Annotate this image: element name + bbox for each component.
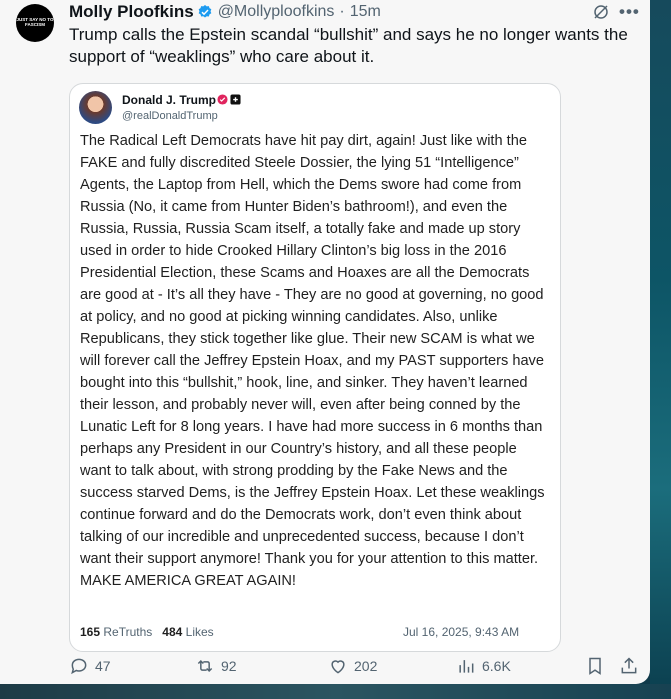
author-handle[interactable]: @Mollyploofkins <box>218 3 335 21</box>
more-options-icon[interactable]: ••• <box>619 2 640 22</box>
likes-label: Likes <box>185 625 214 639</box>
quoted-post-stats: 165 ReTruths 484 Likes <box>80 625 214 639</box>
reply-count: 47 <box>95 658 111 674</box>
time-separator: · <box>339 3 345 20</box>
repost-button[interactable]: 92 <box>195 656 237 676</box>
views-count: 6.6K <box>482 658 511 674</box>
like-count: 202 <box>354 658 378 674</box>
bookmark-icon <box>589 657 601 675</box>
background-edge-bottom <box>0 684 671 699</box>
bookmark-button[interactable] <box>585 656 611 676</box>
heart-icon <box>331 660 345 674</box>
post-text: Trump calls the Epstein scandal “bullshi… <box>69 25 628 66</box>
background-edge-right <box>650 0 671 699</box>
likes-count: 484 <box>162 625 183 639</box>
author-name[interactable]: Molly Ploofkins <box>69 2 194 22</box>
reply-icon <box>71 658 87 675</box>
views-button[interactable]: 6.6K <box>456 656 511 676</box>
grok-icon[interactable] <box>592 3 610 21</box>
like-button[interactable]: 202 <box>328 656 377 676</box>
post-header: Molly Ploofkins @Mollyploofkins · 15m <box>69 2 381 22</box>
quoted-post-date: Jul 16, 2025, 9:43 AM <box>403 625 520 639</box>
views-icon <box>459 660 474 673</box>
repost-count: 92 <box>221 658 237 674</box>
quoted-author-name[interactable]: Donald J. Trump <box>122 93 216 107</box>
quoted-post-body: The Radical Left Democrats have hit pay … <box>80 133 545 589</box>
quoted-author-handle[interactable]: @realDonaldTrump <box>122 110 218 122</box>
verified-badge-icon <box>217 94 228 105</box>
post-time[interactable]: 15m <box>350 3 381 21</box>
post-card: JUST SAY NO TO FASCISM Molly Ploofkins @… <box>0 0 650 684</box>
quoted-author-avatar[interactable] <box>79 91 112 124</box>
truth-social-icon <box>230 94 241 105</box>
reply-button[interactable]: 47 <box>69 656 111 676</box>
repost-icon <box>197 659 213 673</box>
avatar[interactable]: JUST SAY NO TO FASCISM <box>16 4 54 42</box>
share-icon <box>621 657 637 674</box>
quoted-post[interactable]: Donald J. Trump @realDonaldTrump The Rad… <box>69 83 561 652</box>
retruths-label: ReTruths <box>103 625 153 639</box>
retruths-count: 165 <box>80 625 101 639</box>
share-button[interactable] <box>619 656 645 676</box>
action-bar: 47 92 202 6.6K <box>0 656 650 684</box>
verified-badge-icon <box>198 5 212 18</box>
